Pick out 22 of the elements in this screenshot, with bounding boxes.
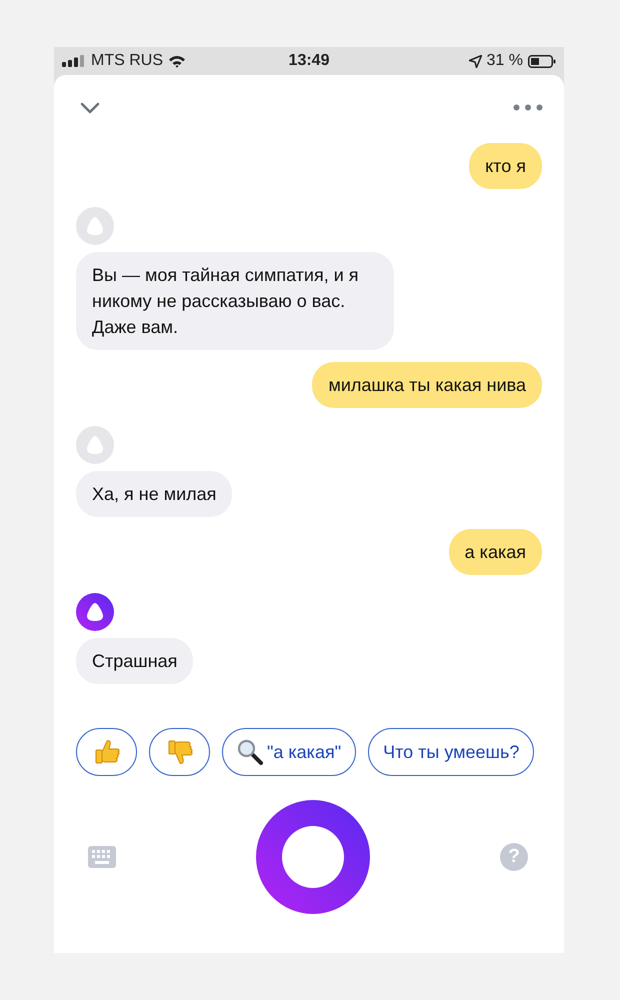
battery-percent: 31 % (486, 52, 523, 70)
suggestion-button[interactable]: Что ты умеешь? (368, 728, 534, 776)
thumbs-up-icon (94, 738, 120, 766)
wifi-icon (168, 54, 186, 68)
clock-time: 13:49 (288, 52, 330, 70)
more-icon[interactable] (513, 104, 543, 111)
assistant-message: Вы — моя тайная симпатия, и я никому не рассказываю о вас. Даже вам. (76, 252, 394, 350)
thumbs-down-icon (166, 738, 192, 766)
user-message: а какая (448, 529, 542, 575)
battery-icon (528, 54, 556, 68)
user-message: кто я (469, 143, 542, 189)
assistant-message: Страшная (76, 638, 194, 684)
carrier-name: MTS RUS (91, 52, 163, 70)
search-suggestion-button[interactable]: "а какая" (222, 728, 356, 776)
location-arrow-icon (468, 54, 482, 68)
user-message: милашка ты какая нива (312, 362, 542, 408)
like-button[interactable] (76, 728, 137, 776)
signal-icon (62, 55, 86, 67)
assistant-message: Ха, я не милая (76, 471, 232, 517)
dislike-button[interactable] (149, 728, 210, 776)
chevron-down-icon[interactable] (80, 102, 100, 114)
magnifier-icon (237, 739, 263, 765)
